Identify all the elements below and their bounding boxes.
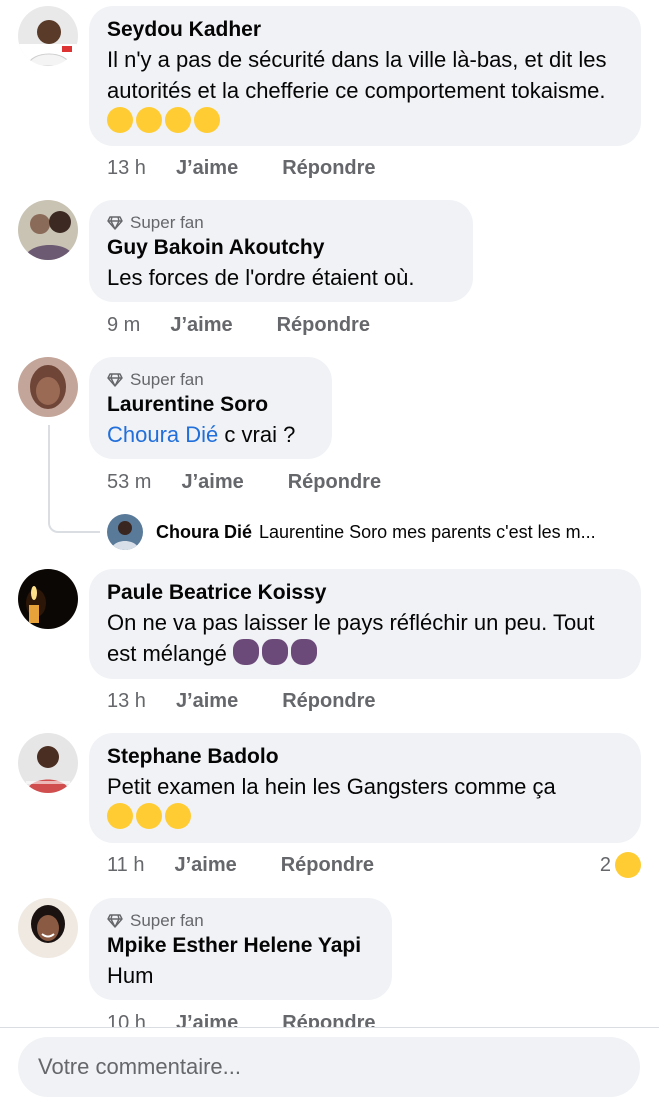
comment-time[interactable]: 13 h — [107, 157, 146, 180]
grinning-sweat-emoji — [194, 107, 220, 133]
comment-time[interactable]: 11 h — [107, 854, 144, 877]
like-button[interactable]: J’aime — [174, 854, 236, 877]
comment-text: Choura Dié c vrai ? — [107, 419, 314, 450]
comment-thread: Seydou Kadher Il n'y a pas de sécurité d… — [0, 0, 659, 1030]
comment-text: Petit examen la hein les Gangsters comme… — [107, 771, 623, 833]
diamond-icon — [107, 373, 123, 387]
avatar[interactable] — [18, 898, 78, 958]
like-button[interactable]: J’aime — [176, 690, 238, 713]
comment-body: Petit examen la hein les Gangsters comme… — [107, 774, 556, 799]
reaction-count: 2 — [599, 853, 611, 876]
rofl-emoji — [165, 803, 191, 829]
comment-body: Hum — [107, 963, 154, 988]
grinning-sweat-emoji — [107, 107, 133, 133]
comment-text: On ne va pas laisser le pays réfléchir u… — [107, 607, 623, 669]
super-fan-badge: Super fan — [107, 369, 314, 391]
avatar[interactable] — [18, 6, 78, 66]
comment-time[interactable]: 9 m — [107, 314, 140, 337]
super-fan-badge: Super fan — [107, 910, 374, 932]
badge-label: Super fan — [130, 213, 204, 232]
comment-actions: 53 m J’aime Répondre — [107, 468, 381, 496]
comment-author[interactable]: Guy Bakoin Akoutchy — [107, 234, 455, 262]
comment-actions: 13 h J’aime Répondre — [107, 154, 376, 182]
avatar[interactable] — [18, 733, 78, 793]
comment-body: Il n'y a pas de sécurité dans la ville l… — [107, 47, 607, 103]
reply-button[interactable]: Répondre — [282, 157, 375, 180]
comment-author[interactable]: Mpike Esther Helene Yapi — [107, 932, 374, 960]
reply-text: Laurentine Soro mes parents c'est les m.… — [259, 521, 596, 542]
comment-input[interactable]: Votre commentaire... — [18, 1037, 640, 1097]
comment-bubble[interactable]: Super fan Laurentine Soro Choura Dié c v… — [89, 357, 332, 459]
comment-time[interactable]: 13 h — [107, 690, 146, 713]
comment-author[interactable]: Paule Beatrice Koissy — [107, 579, 623, 607]
reply-preview[interactable]: Choura Dié Laurentine Soro mes parents c… — [107, 514, 642, 550]
reply-author[interactable]: Choura Dié — [156, 522, 252, 543]
comment-author[interactable]: Stephane Badolo — [107, 743, 623, 771]
comment-text: Il n'y a pas de sécurité dans la ville l… — [107, 44, 623, 137]
avatar[interactable] — [18, 569, 78, 629]
facepalm-emoji — [290, 639, 317, 665]
reply-button[interactable]: Répondre — [288, 471, 381, 494]
like-button[interactable]: J’aime — [176, 157, 238, 180]
comment-author[interactable]: Seydou Kadher — [107, 16, 623, 44]
reply-button[interactable]: Répondre — [281, 854, 374, 877]
facepalm-emoji — [261, 639, 288, 665]
rofl-emoji — [136, 803, 162, 829]
badge-label: Super fan — [130, 370, 204, 389]
reaction-summary[interactable]: 2 — [600, 852, 641, 878]
comment-bubble[interactable]: Paule Beatrice Koissy On ne va pas laiss… — [89, 569, 641, 679]
comment-composer-bar: Votre commentaire... — [0, 1027, 659, 1097]
comment-input-placeholder: Votre commentaire... — [38, 1054, 241, 1079]
avatar[interactable] — [18, 357, 78, 417]
avatar[interactable] — [18, 200, 78, 260]
reply-button[interactable]: Répondre — [277, 314, 370, 337]
comment-bubble[interactable]: Stephane Badolo Petit examen la hein les… — [89, 733, 641, 843]
comment-body: On ne va pas laisser le pays réfléchir u… — [107, 610, 595, 666]
mention-link[interactable]: Choura Dié — [107, 422, 218, 447]
comment-actions: 9 m J’aime Répondre — [107, 311, 370, 339]
comment-bubble[interactable]: Super fan Guy Bakoin Akoutchy Les forces… — [89, 200, 473, 302]
comment-actions: 13 h J’aime Répondre — [107, 687, 376, 715]
reply-thread-line — [48, 425, 100, 533]
diamond-icon — [107, 914, 123, 928]
badge-label: Super fan — [130, 911, 204, 930]
comment-body: Les forces de l'ordre étaient où. — [107, 265, 415, 290]
tears-of-joy-emoji — [165, 107, 191, 133]
comment-time[interactable]: 53 m — [107, 471, 151, 494]
facepalm-emoji — [232, 639, 259, 665]
comment-bubble[interactable]: Seydou Kadher Il n'y a pas de sécurité d… — [89, 6, 641, 146]
rofl-emoji — [136, 107, 162, 133]
rofl-emoji — [107, 803, 133, 829]
comment-author[interactable]: Laurentine Soro — [107, 391, 314, 419]
avatar[interactable] — [107, 514, 143, 550]
comment-bubble[interactable]: Super fan Mpike Esther Helene Yapi Hum — [89, 898, 392, 1000]
like-button[interactable]: J’aime — [181, 471, 243, 494]
comment-body: c vrai ? — [218, 422, 296, 447]
super-fan-badge: Super fan — [107, 212, 455, 234]
like-button[interactable]: J’aime — [170, 314, 232, 337]
haha-reaction-icon — [615, 852, 641, 878]
comment-actions: 11 h J’aime Répondre — [107, 851, 374, 879]
diamond-icon — [107, 216, 123, 230]
reply-button[interactable]: Répondre — [282, 690, 375, 713]
